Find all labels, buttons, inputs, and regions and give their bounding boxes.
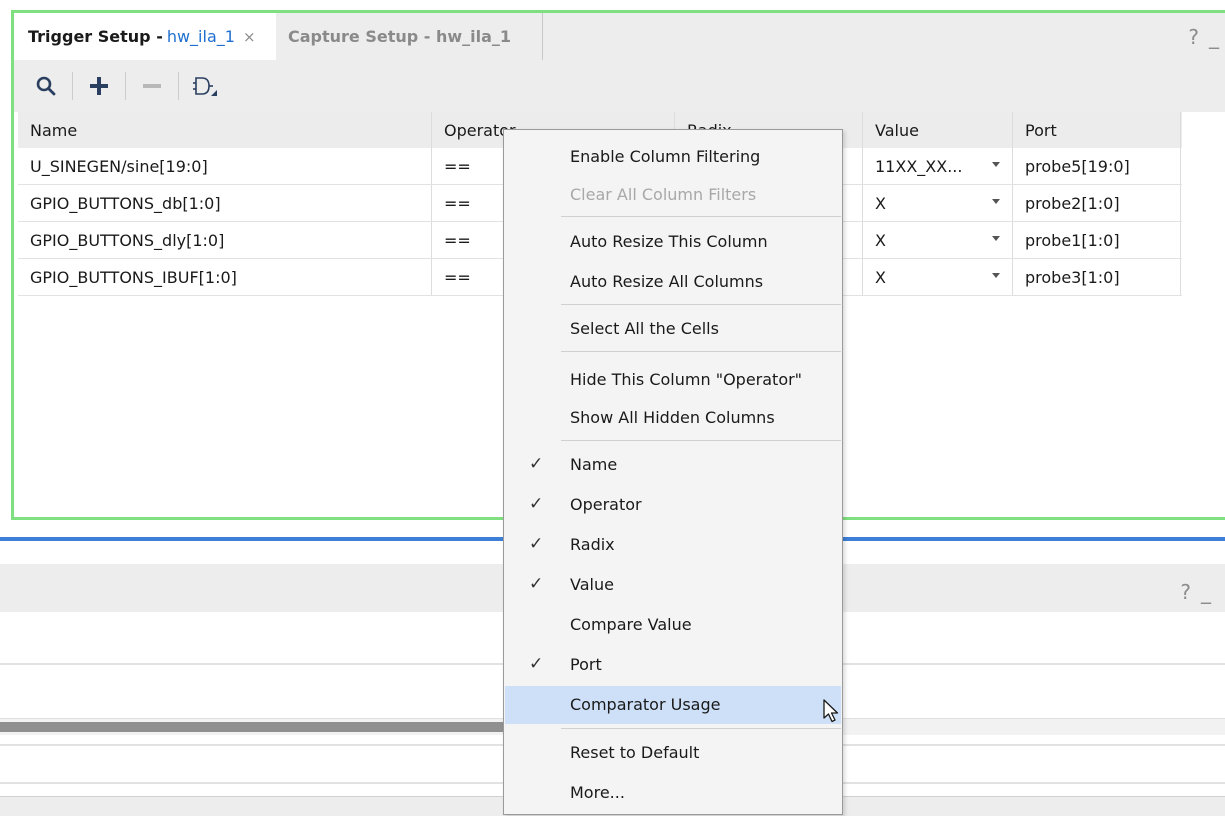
cell-value[interactable]: X [863, 222, 1013, 258]
menu-item-enable-column-filtering[interactable]: Enable Column Filtering [505, 138, 841, 176]
menu-item-column-operator[interactable]: ✓ Operator [505, 486, 841, 524]
logic-gate-icon[interactable] [189, 70, 221, 102]
menu-item-auto-resize-all-columns[interactable]: Auto Resize All Columns [505, 263, 841, 301]
scrollbar-thumb[interactable] [0, 722, 505, 732]
menu-separator [561, 216, 841, 217]
menu-item-label: Reset to Default [570, 743, 700, 762]
tab-trigger-setup[interactable]: Trigger Setup - hw_ila_1 × [14, 13, 276, 60]
menu-item-label: Show All Hidden Columns [570, 408, 775, 427]
remove-icon[interactable] [136, 70, 168, 102]
menu-item-label: Clear All Column Filters [570, 185, 757, 204]
menu-item-auto-resize-this-column[interactable]: Auto Resize This Column [505, 223, 841, 261]
help-icon[interactable]: ? [1188, 25, 1209, 49]
cell-value-text: X [875, 193, 886, 213]
check-icon: ✓ [529, 574, 544, 594]
mouse-cursor-icon [822, 699, 846, 729]
menu-item-show-all-hidden-columns[interactable]: Show All Hidden Columns [505, 399, 841, 437]
menu-separator [561, 304, 841, 305]
menu-item-label: Compare Value [570, 615, 692, 634]
cell-value-text: 11XX_XX... [875, 156, 963, 176]
cell-value[interactable]: X [863, 185, 1013, 221]
close-icon[interactable]: × [243, 28, 256, 46]
cell-value-text: X [875, 230, 886, 250]
menu-item-label: Select All the Cells [570, 319, 719, 338]
menu-item-hide-column-operator[interactable]: Hide This Column "Operator" [505, 361, 841, 399]
menu-item-clear-all-column-filters: Clear All Column Filters [505, 176, 841, 214]
chevron-down-icon[interactable] [992, 236, 1000, 241]
menu-item-label: Value [570, 575, 614, 594]
tab-capture-setup-title: Capture Setup - hw_ila_1 [288, 27, 512, 46]
menu-item-reset-to-default[interactable]: Reset to Default [505, 734, 841, 772]
chevron-down-icon[interactable] [992, 273, 1000, 278]
cell-value[interactable]: 11XX_XX... [863, 148, 1013, 184]
chevron-down-icon[interactable] [992, 162, 1000, 167]
menu-item-label: More... [570, 783, 625, 802]
tab-capture-setup[interactable]: Capture Setup - hw_ila_1 [276, 13, 543, 60]
chevron-down-icon[interactable] [992, 199, 1000, 204]
help-icon[interactable]: ? [1180, 580, 1201, 604]
column-header-name[interactable]: Name [18, 112, 432, 148]
tab-trigger-setup-target[interactable]: hw_ila_1 [167, 27, 235, 46]
cell-port: probe1[1:0] [1013, 222, 1181, 258]
column-header-value[interactable]: Value [863, 112, 1013, 148]
menu-item-label: Auto Resize This Column [570, 232, 768, 251]
menu-item-label: Name [570, 455, 618, 474]
cell-value[interactable]: X [863, 259, 1013, 295]
menu-separator [561, 351, 841, 352]
minimize-icon[interactable]: _ [1209, 25, 1225, 49]
menu-item-label: Operator [570, 495, 642, 514]
menu-item-label: Enable Column Filtering [570, 147, 761, 166]
cell-value-text: X [875, 267, 886, 287]
menu-item-label: Auto Resize All Columns [570, 272, 764, 291]
tab-trigger-setup-title: Trigger Setup - [28, 27, 163, 46]
menu-item-label: Comparator Usage [570, 695, 721, 714]
menu-item-select-all-cells[interactable]: Select All the Cells [505, 310, 841, 348]
toolbar-separator [72, 72, 73, 100]
menu-item-label: Port [570, 655, 602, 674]
context-menu: Enable Column Filtering Clear All Column… [503, 129, 843, 815]
cell-name: GPIO_BUTTONS_db[1:0] [18, 185, 432, 221]
minimize-icon[interactable]: _ [1201, 580, 1221, 604]
cell-port: probe3[1:0] [1013, 259, 1181, 295]
menu-item-column-name[interactable]: ✓ Name [505, 446, 841, 484]
cell-port: probe5[19:0] [1013, 148, 1181, 184]
menu-item-column-port[interactable]: ✓ Port [505, 646, 841, 684]
menu-separator [561, 440, 841, 441]
check-icon: ✓ [529, 494, 544, 514]
check-icon: ✓ [529, 534, 544, 554]
column-header-port[interactable]: Port [1013, 112, 1181, 148]
toolbar [14, 60, 1225, 112]
toolbar-separator [125, 72, 126, 100]
menu-item-column-comparator-usage[interactable]: Comparator Usage [505, 686, 841, 724]
menu-separator [561, 728, 841, 729]
cell-port: probe2[1:0] [1013, 185, 1181, 221]
menu-item-label: Hide This Column "Operator" [570, 370, 803, 389]
toolbar-separator [178, 72, 179, 100]
panel-controls: ?_ [1180, 580, 1221, 604]
search-icon[interactable] [30, 70, 62, 102]
menu-item-column-compare-value[interactable]: Compare Value [505, 606, 841, 644]
tab-strip: Trigger Setup - hw_ila_1 × Capture Setup… [14, 13, 1225, 60]
menu-item-label: Radix [570, 535, 615, 554]
cell-name: U_SINEGEN/sine[19:0] [18, 148, 432, 184]
check-icon: ✓ [529, 654, 544, 674]
check-icon: ✓ [529, 454, 544, 474]
menu-item-column-value[interactable]: ✓ Value [505, 566, 841, 604]
panel-controls: ?_ [1188, 25, 1225, 49]
cell-name: GPIO_BUTTONS_dly[1:0] [18, 222, 432, 258]
cell-name: GPIO_BUTTONS_IBUF[1:0] [18, 259, 432, 295]
add-icon[interactable] [83, 70, 115, 102]
menu-item-more[interactable]: More... [505, 774, 841, 812]
menu-item-column-radix[interactable]: ✓ Radix [505, 526, 841, 564]
